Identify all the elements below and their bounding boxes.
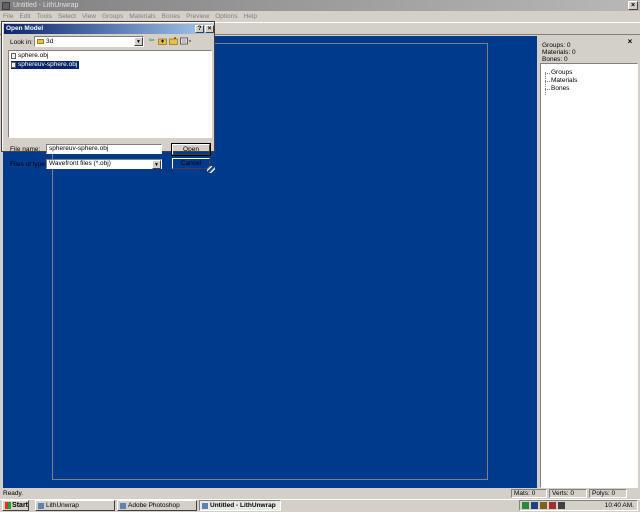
tree-node-bones[interactable]: Bones [551, 85, 569, 92]
filetype-value: Wavefront files (*.obj) [49, 160, 111, 167]
window-title: Untitled - LithUnwrap [13, 2, 79, 9]
tray-app-icon[interactable] [558, 502, 565, 509]
menu-edit[interactable]: Edit [19, 13, 30, 20]
status-polys: Polys: 0 [589, 489, 627, 498]
new-folder-icon[interactable] [169, 37, 178, 46]
open-button[interactable]: Open [171, 143, 211, 156]
app-icon [2, 1, 10, 10]
menu-options[interactable]: Options [215, 13, 237, 20]
tree-branch [545, 73, 550, 74]
filetype-label: Files of type: [10, 161, 47, 168]
task-photoshop[interactable]: Adobe Photoshop [117, 500, 197, 511]
app-icon [202, 502, 208, 509]
lookin-select[interactable]: 3d ▼ [34, 36, 144, 47]
chevron-down-icon[interactable]: ▼ [134, 37, 143, 46]
groups-count: Groups: 0 [542, 42, 571, 49]
file-icon [11, 62, 16, 68]
file-name: sphereuv-sphere.obj [18, 61, 78, 68]
status-mats: Mats: 0 [511, 489, 547, 498]
tree-line [545, 72, 546, 95]
status-verts: Verts: 0 [549, 489, 587, 498]
scene-panel: × Groups: 0 Materials: 0 Bones: 0 Groups… [540, 36, 638, 488]
task-label: Untitled - LithUnwrap [210, 502, 276, 509]
menu-groups[interactable]: Groups [102, 13, 123, 20]
windows-logo-icon [5, 502, 12, 509]
file-item-selected[interactable]: sphereuv-sphere.obj [11, 61, 80, 69]
tree-node-materials[interactable]: Materials [551, 77, 577, 84]
menu-materials[interactable]: Materials [129, 13, 155, 20]
task-lithunwrap[interactable]: LithUnwrap [35, 500, 115, 511]
materials-count: Materials: 0 [542, 49, 576, 56]
tray-network-icon[interactable] [522, 502, 529, 509]
tree-branch [545, 81, 550, 82]
cancel-button[interactable]: Cancel [172, 158, 210, 169]
lookin-label: Look in: [10, 39, 33, 46]
menu-preview[interactable]: Preview [186, 13, 209, 20]
back-arrow-icon[interactable]: ⇦ [147, 37, 156, 46]
menu-file[interactable]: File [3, 13, 13, 20]
tray-monitor-icon[interactable] [531, 502, 538, 509]
menu-bar: File Edit Tools Select View Groups Mater… [0, 11, 640, 21]
panel-close-button[interactable]: × [625, 38, 635, 47]
dialog-close-button[interactable]: × [205, 25, 214, 33]
up-folder-icon[interactable] [158, 37, 167, 46]
tree-node-groups[interactable]: Groups [551, 69, 572, 76]
file-name: sphere.obj [18, 52, 49, 59]
open-model-dialog: Open Model ? × Look in: 3d ▼ ⇦ sphere.ob… [1, 21, 215, 173]
app-icon [38, 502, 44, 509]
photoshop-icon [120, 502, 126, 509]
filetype-select[interactable]: Wavefront files (*.obj) ▼ [46, 159, 162, 169]
system-tray: 10:40 AM. [519, 500, 638, 511]
tray-volume-icon[interactable] [540, 502, 547, 509]
window-close-button[interactable]: × [628, 1, 638, 10]
dialog-help-button[interactable]: ? [195, 25, 204, 33]
lookin-value: 3d [46, 38, 54, 45]
clock[interactable]: 10:40 AM. [605, 502, 634, 509]
menu-view[interactable]: View [82, 13, 96, 20]
chevron-down-icon[interactable]: ▼ [152, 160, 161, 169]
menu-tools[interactable]: Tools [37, 13, 52, 20]
task-untitled-lithunwrap[interactable]: Untitled - LithUnwrap [199, 500, 281, 511]
scene-stats: Groups: 0 Materials: 0 Bones: 0 [542, 42, 576, 63]
title-bar: Untitled - LithUnwrap [0, 0, 640, 11]
filename-input[interactable]: sphereuv-sphere.obj [46, 144, 162, 154]
menu-help[interactable]: Help [244, 13, 257, 20]
filename-label: File name: [10, 146, 41, 153]
menu-bones[interactable]: Bones [162, 13, 180, 20]
menu-select[interactable]: Select [58, 13, 76, 20]
folder-icon [37, 39, 44, 44]
tree-branch [545, 89, 550, 90]
task-label: LithUnwrap [46, 502, 79, 509]
view-menu-icon[interactable] [180, 37, 192, 46]
start-label: Start [12, 502, 28, 509]
task-label: Adobe Photoshop [128, 502, 180, 509]
file-icon [11, 53, 16, 59]
tray-security-icon[interactable] [549, 502, 556, 509]
dialog-title: Open Model [4, 24, 213, 34]
file-item[interactable]: sphere.obj [11, 52, 50, 60]
scene-tree: Groups Materials Bones [540, 63, 638, 488]
bones-count: Bones: 0 [542, 56, 568, 63]
start-button[interactable]: Start [2, 500, 29, 511]
file-list[interactable]: sphere.obj sphereuv-sphere.obj [8, 50, 212, 138]
resize-grip[interactable] [207, 166, 215, 173]
status-text: Ready. [3, 490, 24, 497]
